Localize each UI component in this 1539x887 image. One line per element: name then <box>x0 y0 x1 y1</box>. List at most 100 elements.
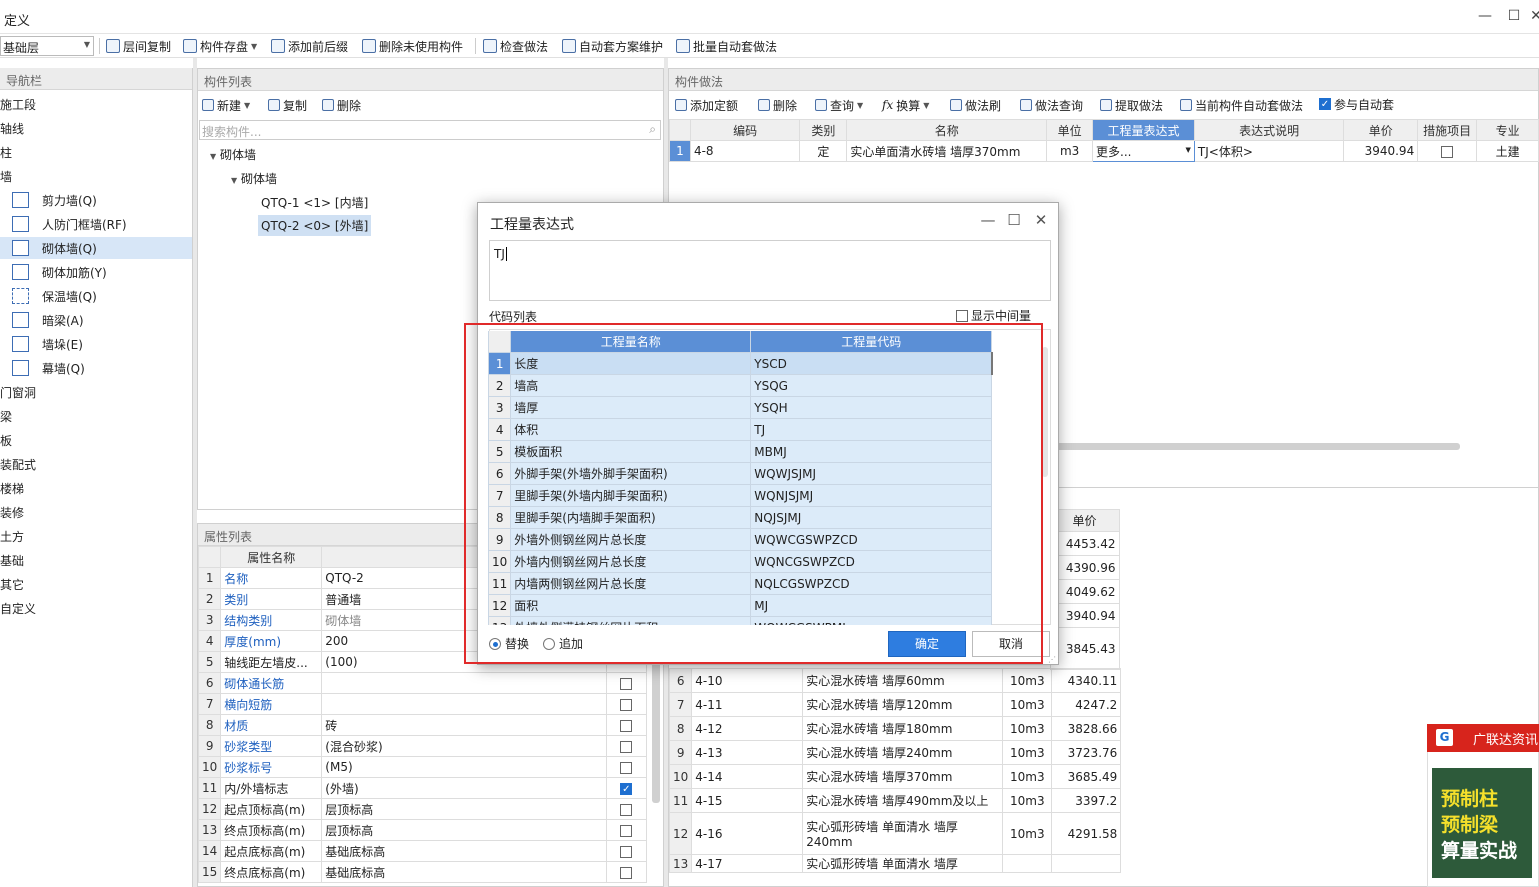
table-row[interactable]: 14 起点底标高(m) 基础底标高 <box>197 840 648 862</box>
table-row[interactable]: 11 4-15 实心混水砖墙 墙厚490mm及以上 10m3 3397.2 <box>668 788 1122 813</box>
expression-desc-cell[interactable]: TJ<体积> <box>1193 140 1345 162</box>
add-prefix-suffix-button[interactable]: 添加前后缀 <box>271 37 348 55</box>
tree-leaf-qtq-1[interactable]: QTQ-1 <1> [内墙] <box>261 194 368 211</box>
table-row[interactable]: 7 横向短筋 <box>197 693 648 715</box>
chevron-down-icon[interactable]: ▼ <box>1186 146 1191 154</box>
price-cell[interactable]: 4453.42 <box>1049 531 1120 556</box>
nav-item-stairs[interactable]: 楼梯 <box>0 477 192 499</box>
convert-button[interactable]: fx 换算 ▼ <box>882 96 929 114</box>
table-row[interactable]: 6 砌体通长筋 <box>197 672 648 694</box>
attach-checkbox[interactable] <box>620 845 633 858</box>
attach-checkbox[interactable] <box>620 677 633 690</box>
ad-image[interactable]: 预制柱 预制梁 算量实战 <box>1432 768 1532 878</box>
expression-cell[interactable]: 更多... ▼ <box>1092 140 1195 162</box>
attach-cell[interactable] <box>606 735 648 757</box>
table-row[interactable]: 9 砂浆类型 (混合砂浆) <box>197 735 648 757</box>
attach-cell[interactable] <box>606 840 648 862</box>
tree-leaf-qtq-2[interactable]: QTQ-2 <0> [外墙] <box>258 215 372 236</box>
major-cell[interactable]: 土建 <box>1476 140 1539 162</box>
property-value[interactable] <box>321 693 608 715</box>
table-row[interactable]: 15 终点底标高(m) 基础底标高 <box>197 861 648 883</box>
property-value[interactable]: 基础底标高 <box>321 840 608 862</box>
table-row[interactable]: 13 终点顶标高(m) 层顶标高 <box>197 819 648 841</box>
nav-item-wall-pier[interactable]: 墙垛(E) <box>0 333 192 355</box>
table-row[interactable]: 7 4-11 实心混水砖墙 墙厚120mm 10m3 4247.2 <box>668 692 1122 717</box>
nav-item-foundation[interactable]: 基础 <box>0 549 192 571</box>
resize-grip-icon[interactable]: ⋰ <box>1048 655 1056 664</box>
tree-node-masonry-wall[interactable]: ▼ 砌体墙 <box>210 146 256 163</box>
nav-item-civil-defense-wall[interactable]: 人防门框墙(RF) <box>0 213 192 235</box>
price-cell[interactable]: 4049.62 <box>1049 579 1120 604</box>
nav-item-earthwork[interactable]: 土方 <box>0 525 192 547</box>
table-row[interactable]: 12 4-16 实心弧形砖墙 单面清水 墙厚 240mm 10m3 4291.58 <box>668 812 1122 855</box>
method-query-button[interactable]: 做法查询 <box>1020 96 1083 114</box>
code-cell[interactable]: 4-8 <box>689 140 801 162</box>
table-row[interactable]: 8 4-12 实心混水砖墙 墙厚180mm 10m3 3828.66 <box>668 716 1122 741</box>
nav-item-decoration[interactable]: 装修 <box>0 501 192 523</box>
nav-item-shear-wall[interactable]: 剪力墙(Q) <box>0 189 192 211</box>
check-method-button[interactable]: 检查做法 <box>483 37 548 55</box>
property-value[interactable]: 砖 <box>321 714 608 736</box>
nav-item-masonry-wall[interactable]: 砌体墙(Q) <box>0 237 192 259</box>
attach-checkbox-checked[interactable]: ✓ <box>620 782 633 795</box>
dialog-close-button[interactable]: ✕ <box>1031 211 1051 229</box>
method-hscrollbar[interactable] <box>1044 443 1460 450</box>
add-quota-button[interactable]: 添加定额 <box>675 96 738 114</box>
nav-item-custom[interactable]: 自定义 <box>0 597 192 619</box>
nav-item-beam[interactable]: 梁 <box>0 405 192 427</box>
auto-apply-current-button[interactable]: 当前构件自动套做法 <box>1180 96 1303 114</box>
minimize-button[interactable]: — <box>1476 8 1494 24</box>
attach-checkbox[interactable] <box>620 761 633 774</box>
attach-checkbox[interactable] <box>620 803 633 816</box>
type-cell[interactable]: 定 <box>799 140 848 162</box>
checkbox-checked[interactable]: ✓ <box>1319 98 1331 110</box>
price-cell[interactable]: 3845.43 <box>1049 627 1120 670</box>
attach-checkbox[interactable] <box>620 719 633 732</box>
measure-cell[interactable] <box>1417 140 1478 162</box>
price-cell[interactable]: 4390.96 <box>1049 555 1120 580</box>
attach-cell[interactable] <box>606 672 648 694</box>
expression-input[interactable]: TJ <box>489 240 1051 301</box>
method-brush-button[interactable]: 做法刷 <box>950 96 1001 114</box>
table-row[interactable]: 1 4-8 定 实心单面清水砖墙 墙厚370mm m3 更多... ▼ TJ<体积… <box>669 140 1539 162</box>
nav-item-prefab[interactable]: 装配式 <box>0 453 192 475</box>
attach-cell[interactable] <box>606 819 648 841</box>
property-value[interactable]: (M5) <box>321 756 608 778</box>
nav-item-door-window[interactable]: 门窗洞 <box>0 381 192 403</box>
component-save-button[interactable]: 构件存盘 ▼ <box>183 37 257 55</box>
nav-item-construction-section[interactable]: 施工段 <box>0 93 192 115</box>
unit-cell[interactable]: m3 <box>1046 140 1094 162</box>
copy-between-floors-button[interactable]: 层间复制 <box>106 37 171 55</box>
price-cell[interactable]: 3940.94 <box>1049 603 1120 628</box>
batch-auto-method-button[interactable]: 批量自动套做法 <box>676 37 777 55</box>
dialog-maximize-button[interactable]: ☐ <box>1004 211 1024 229</box>
attach-cell[interactable] <box>606 693 648 715</box>
property-value[interactable]: 层顶标高 <box>321 819 608 841</box>
attach-cell[interactable] <box>606 798 648 820</box>
component-search-input[interactable]: 搜索构件... ⌕ <box>199 120 661 140</box>
maximize-button[interactable]: ☐ <box>1505 8 1523 24</box>
attach-cell[interactable] <box>606 861 648 883</box>
price-cell[interactable]: 3940.94 <box>1343 140 1419 162</box>
nav-item-wall[interactable]: 墙 <box>0 165 192 187</box>
measure-checkbox[interactable] <box>1441 145 1454 158</box>
table-row[interactable]: 8 材质砖 <box>197 714 648 736</box>
nav-item-hidden-beam[interactable]: 暗梁(A) <box>0 309 192 331</box>
delete-unused-button[interactable]: 删除未使用构件 <box>362 37 463 55</box>
close-button[interactable]: ✕ <box>1527 8 1539 24</box>
attach-checkbox[interactable] <box>620 698 633 711</box>
copy-component-button[interactable]: 复制 <box>268 96 307 114</box>
property-value[interactable] <box>321 672 608 694</box>
show-intermediate-checkbox[interactable]: 显示中间量 <box>956 307 1031 324</box>
table-row[interactable]: 11 内/外墙标志 (外墙) ✓ <box>197 777 648 799</box>
attach-cell[interactable]: ✓ <box>606 777 648 799</box>
delete-component-button[interactable]: 删除 <box>322 96 361 114</box>
checkbox[interactable] <box>956 309 968 322</box>
attach-cell[interactable] <box>606 714 648 736</box>
table-row[interactable]: 10 砂浆标号 (M5) <box>197 756 648 778</box>
property-value[interactable]: 层顶标高 <box>321 798 608 820</box>
table-row[interactable]: 9 4-13 实心混水砖墙 墙厚240mm 10m3 3723.76 <box>668 740 1122 765</box>
delete-method-button[interactable]: 删除 <box>758 96 797 114</box>
attach-checkbox[interactable] <box>620 866 633 879</box>
extract-method-button[interactable]: 提取做法 <box>1100 96 1163 114</box>
